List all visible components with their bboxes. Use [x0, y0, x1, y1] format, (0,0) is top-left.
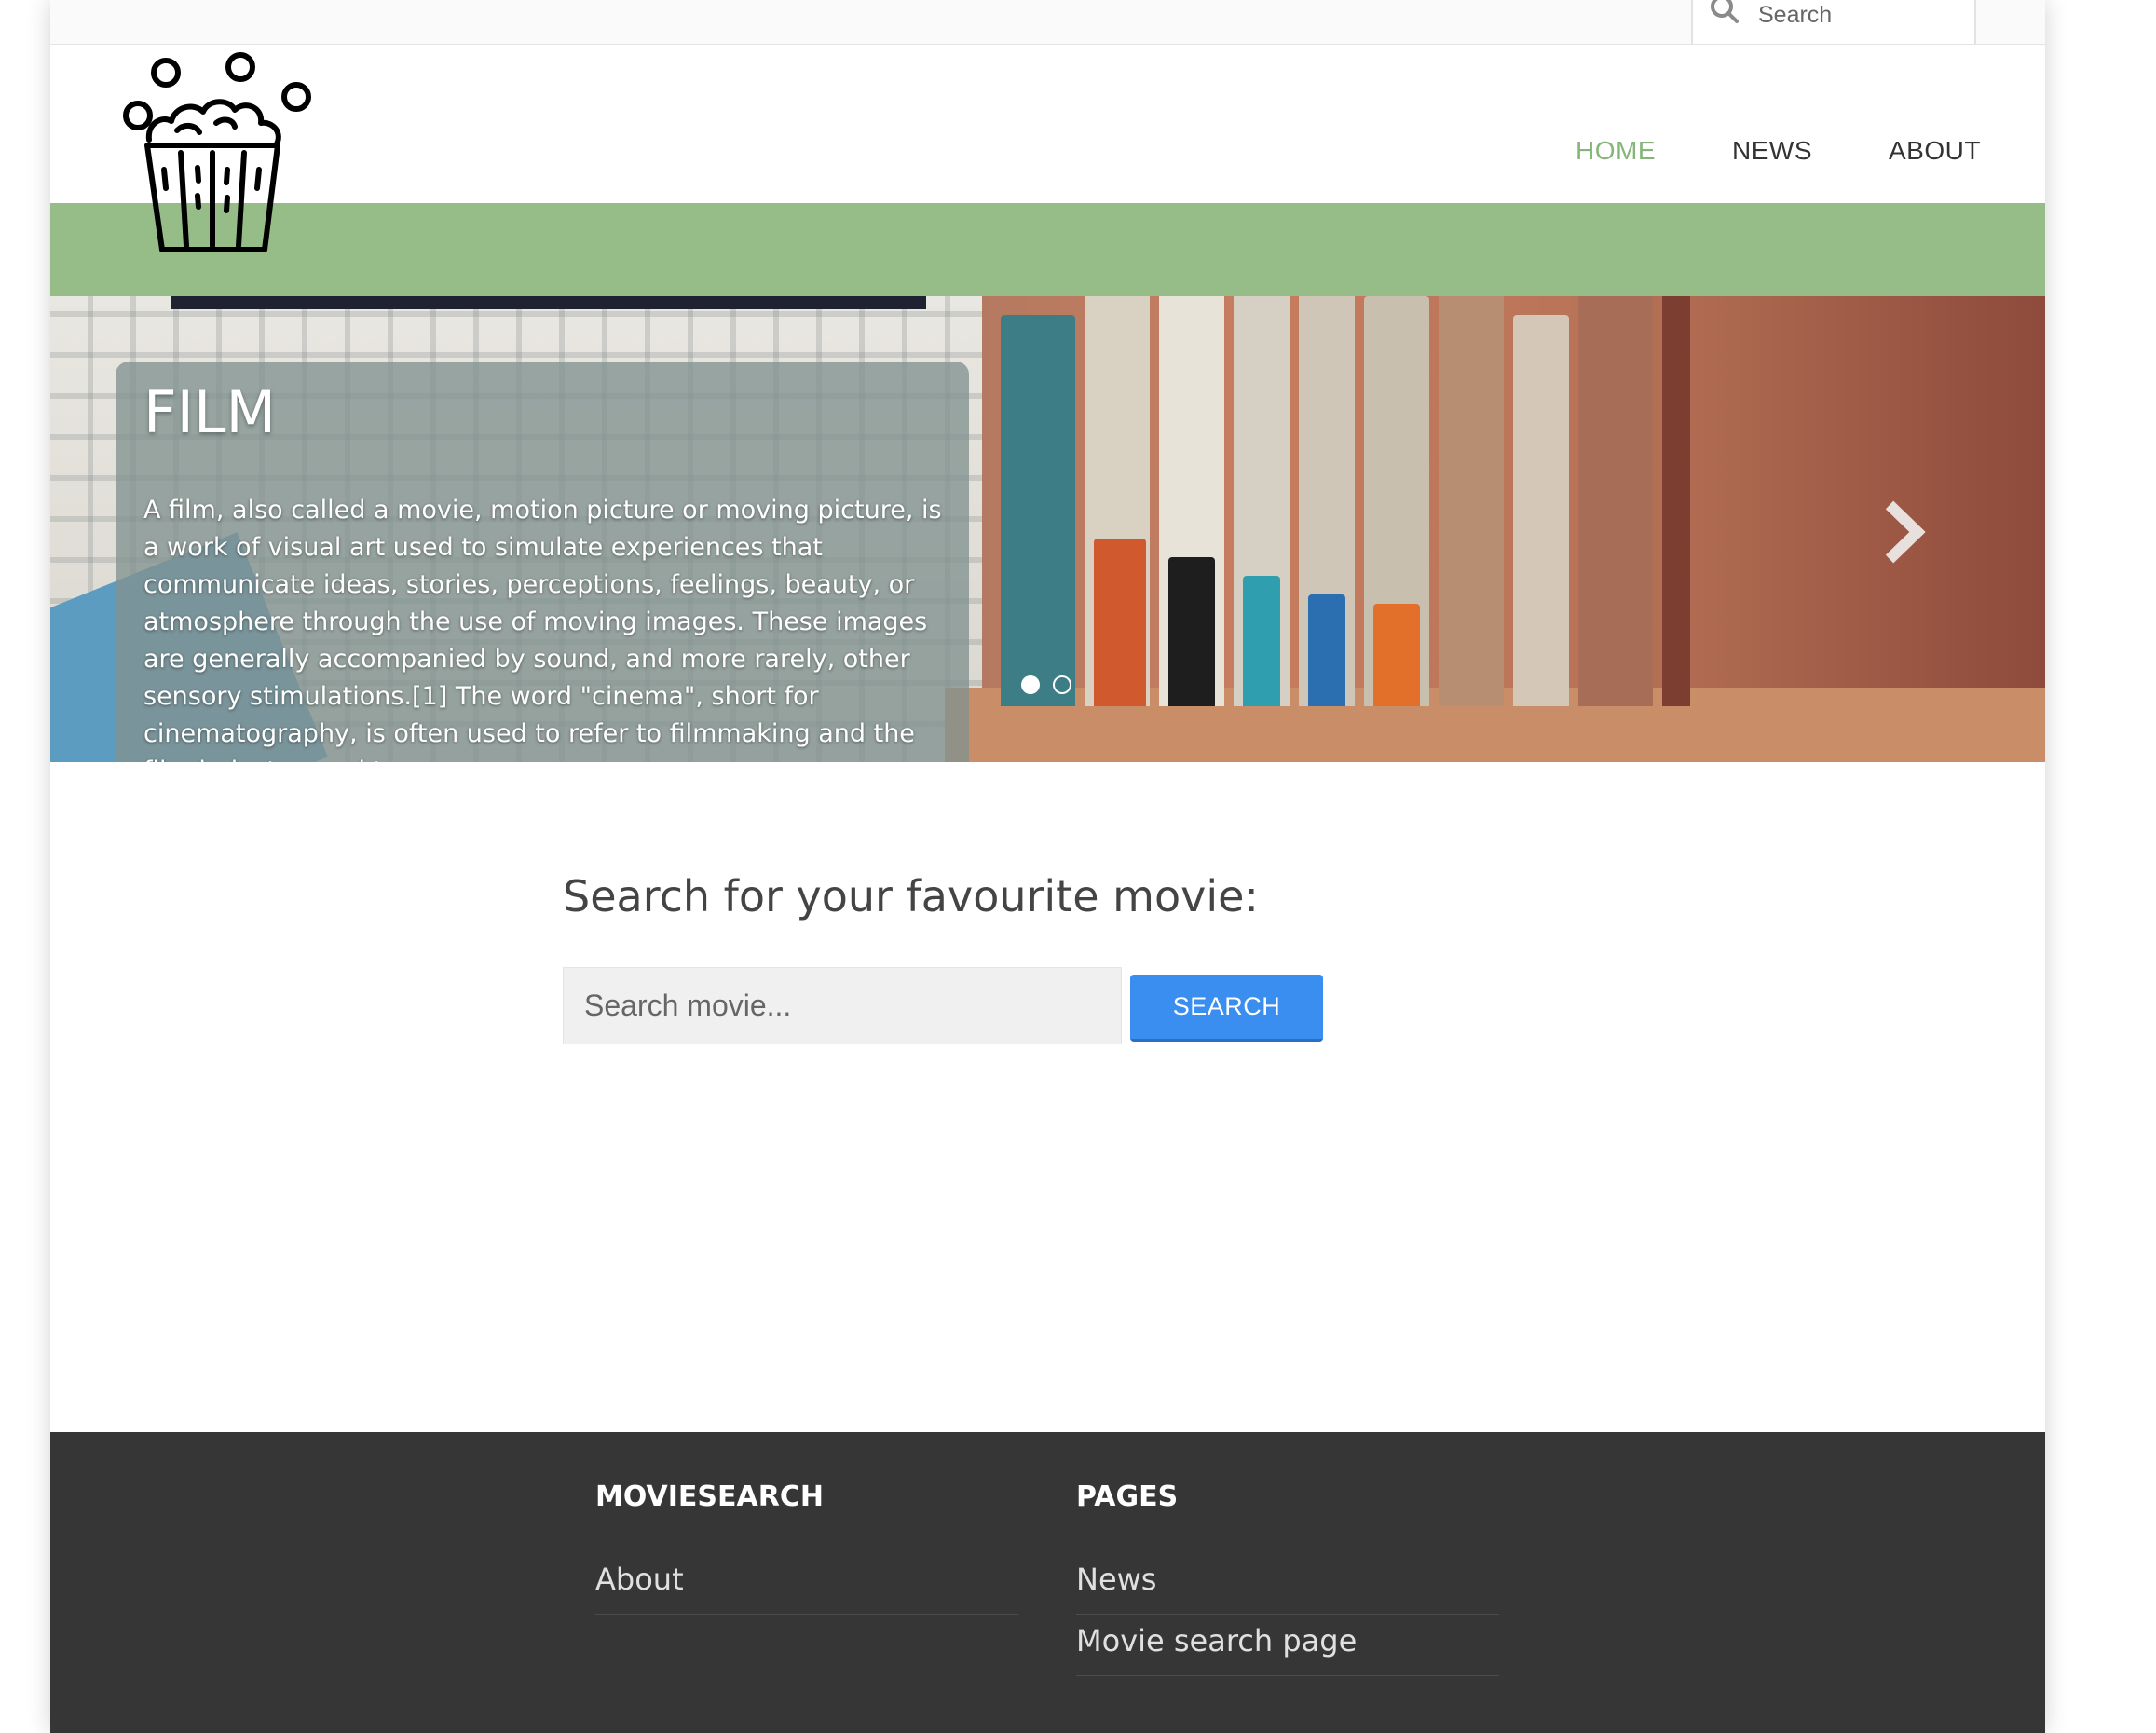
hero-title: FILM: [143, 378, 276, 446]
green-band: [50, 203, 2045, 296]
search-heading: Search for your favourite movie:: [563, 871, 1259, 921]
footer-title-moviesearch: MOVIESEARCH: [595, 1481, 824, 1513]
top-search-label: Search: [1758, 2, 1833, 28]
footer-title-pages: PAGES: [1076, 1481, 1179, 1513]
movie-search-input[interactable]: [563, 967, 1122, 1044]
footer-link-news[interactable]: News: [1076, 1556, 1499, 1615]
hero-slider[interactable]: FILM A film, also called a movie, motion…: [50, 296, 2045, 762]
nav-news[interactable]: NEWS: [1732, 136, 1812, 166]
footer: MOVIESEARCH About PAGES News Movie searc…: [50, 1432, 2045, 1733]
search-icon: [1711, 0, 1739, 23]
slider-dot-2[interactable]: [1053, 675, 1071, 694]
header: HOME NEWS ABOUT: [50, 45, 2045, 203]
footer-link-about[interactable]: About: [595, 1556, 1018, 1615]
page: Search HOME NEWS ABOUT FILM A film, also…: [50, 0, 2045, 1733]
nav-home[interactable]: HOME: [1576, 136, 1656, 166]
hero-caption: FILM A film, also called a movie, motion…: [116, 362, 969, 762]
nav-about[interactable]: ABOUT: [1889, 136, 1981, 166]
hero-text: A film, also called a movie, motion pict…: [143, 496, 942, 762]
top-bar: Search: [50, 0, 2045, 45]
footer-link-movie-search[interactable]: Movie search page: [1076, 1617, 1499, 1676]
search-button[interactable]: SEARCH: [1130, 975, 1323, 1042]
top-search-field[interactable]: Search: [1691, 0, 1976, 44]
slider-dot-1[interactable]: [1021, 675, 1040, 694]
chevron-right-icon[interactable]: [1876, 499, 1932, 565]
laptop-screen-edge: [171, 296, 926, 309]
popcorn-logo-icon[interactable]: [119, 48, 315, 263]
